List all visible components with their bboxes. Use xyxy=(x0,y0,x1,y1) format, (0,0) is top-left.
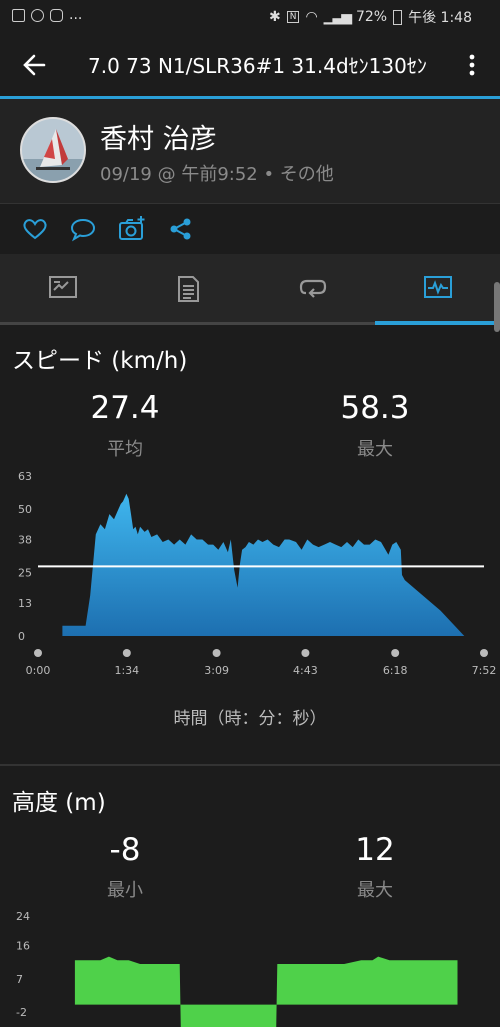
speed-x-tick: 7:52 xyxy=(472,664,497,677)
altitude-y-tick: 16 xyxy=(16,940,30,953)
tab-laps[interactable] xyxy=(250,254,375,322)
share-icon[interactable] xyxy=(166,214,196,244)
laps-icon xyxy=(299,279,327,298)
camera-add-icon[interactable] xyxy=(117,214,147,244)
divider xyxy=(0,203,500,204)
speed-x-tick: 4:43 xyxy=(293,664,318,677)
tab-bar xyxy=(0,254,500,322)
speed-x-tick: 0:00 xyxy=(26,664,51,677)
status-bar: ... ✱ N ◠ ▁▃▅ 72% 午後 1:48 xyxy=(0,0,500,32)
more-vertical-icon[interactable] xyxy=(462,50,482,80)
bluetooth-icon: ✱ xyxy=(268,9,281,25)
comment-icon[interactable] xyxy=(68,214,98,244)
altitude-y-tick: 24 xyxy=(16,910,30,923)
max-speed-value: 58.3 xyxy=(340,390,410,426)
speed-x-tick-dot xyxy=(122,649,131,657)
speed-x-tick-dot xyxy=(34,649,42,657)
charts-icon xyxy=(424,276,452,298)
min-altitude-value: -8 xyxy=(109,832,141,868)
altitude-section-title: 高度 (m) xyxy=(12,790,106,816)
speed-x-tick: 3:09 xyxy=(204,664,229,677)
max-altitude-label: 最大 xyxy=(357,880,393,901)
speed-y-tick: 38 xyxy=(18,533,32,546)
signal-icon: ▁▃▅ xyxy=(323,9,352,25)
scroll-indicator[interactable] xyxy=(494,282,500,332)
speed-x-tick-dot xyxy=(480,649,488,657)
min-altitude-label: 最小 xyxy=(107,880,143,901)
tab-charts[interactable] xyxy=(375,254,500,322)
speed-x-axis-label: 時間（時：分：秒） xyxy=(173,709,327,729)
avg-speed-value: 27.4 xyxy=(90,390,160,426)
back-arrow-icon[interactable] xyxy=(18,48,52,82)
nfc-icon: N xyxy=(286,11,300,23)
altitude-y-tick: 7 xyxy=(16,973,23,986)
tab-details[interactable] xyxy=(125,254,250,322)
altitude-y-tick: -2 xyxy=(16,1006,27,1019)
speed-section-title: スピード (km/h) xyxy=(12,348,188,374)
instagram-notification-icon xyxy=(50,8,63,22)
wifi-icon: ◠ xyxy=(305,9,318,25)
battery-percent: 72% xyxy=(355,9,388,25)
map-summary-icon xyxy=(49,276,77,298)
speed-chart: 0 13 25 38 50 63 0:00 1:34 3:09 4:43 6:18 7:52 xyxy=(18,470,497,677)
speed-x-tick-dot xyxy=(212,649,221,657)
speed-x-tick: 6:18 xyxy=(383,664,408,677)
max-altitude-value: 12 xyxy=(355,832,395,868)
altitude-area-series xyxy=(74,956,458,1027)
avg-speed-label: 平均 xyxy=(107,439,143,460)
speed-y-tick: 13 xyxy=(18,597,32,610)
altitude-chart: -2 7 16 24 xyxy=(16,910,458,1027)
active-tab-indicator xyxy=(375,321,500,325)
image-notification-icon xyxy=(12,8,25,22)
speed-y-tick: 25 xyxy=(18,567,32,580)
clock: 午後 1:48 xyxy=(408,10,472,26)
sync-notification-icon xyxy=(31,8,44,22)
details-icon xyxy=(178,276,199,302)
activity-date-type: 09/19 @ 午前9:52 • その他 xyxy=(100,164,334,185)
speed-y-tick: 63 xyxy=(18,470,32,483)
heart-icon[interactable] xyxy=(20,214,50,244)
speed-area-series xyxy=(62,493,465,636)
battery-icon xyxy=(393,9,403,25)
speed-x-tick-dot xyxy=(391,649,400,657)
user-name[interactable]: 香村 治彦 xyxy=(100,117,217,156)
speed-x-tick: 1:34 xyxy=(114,664,139,677)
avatar[interactable] xyxy=(20,117,86,183)
max-speed-label: 最大 xyxy=(357,439,393,460)
activity-title: 7.0 73 N1/SLR36#1 31.4dｾﾝ130ｾﾝ xyxy=(88,54,427,78)
section-divider xyxy=(0,764,500,766)
speed-y-tick: 0 xyxy=(18,630,25,643)
speed-x-tick-dot xyxy=(301,649,310,657)
speed-y-tick: 50 xyxy=(18,503,32,516)
tab-map-summary[interactable] xyxy=(0,254,125,322)
more-notifications: ... xyxy=(69,7,83,23)
